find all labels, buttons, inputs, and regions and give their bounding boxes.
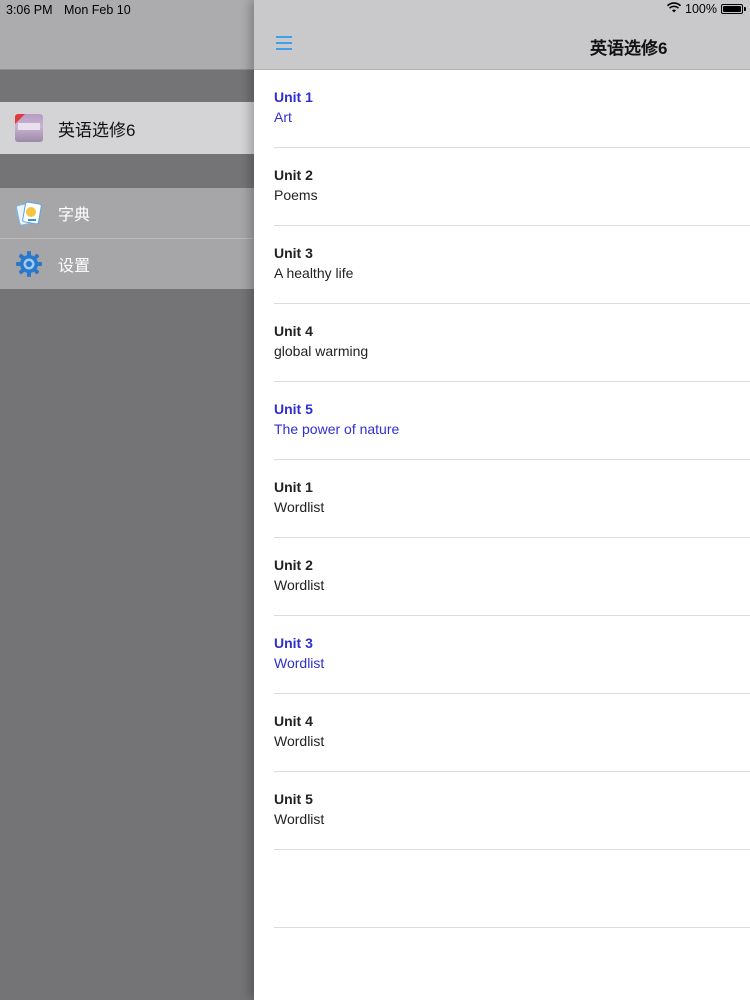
hamburger-menu-icon[interactable] (276, 35, 294, 51)
book-cover-icon (15, 114, 43, 142)
status-bar: 3:06 PM Mon Feb 10 100% (0, 0, 750, 20)
unit-title: Unit 2 (274, 167, 313, 183)
battery-percent: 100% (685, 2, 717, 16)
side-menu-item-label: 字典 (58, 207, 91, 224)
unit-list-item[interactable]: Unit 5 The power of nature (254, 382, 750, 460)
battery-cap (744, 7, 746, 11)
unit-subtitle: Wordlist (274, 499, 325, 515)
unit-title: Unit 4 (274, 713, 313, 729)
unit-subtitle: Wordlist (274, 733, 325, 749)
unit-list-item[interactable]: Unit 2 Poems (254, 148, 750, 226)
unit-subtitle: Art (274, 109, 292, 125)
page-title: 英语选修6 (590, 39, 668, 58)
unit-title: Unit 5 (274, 791, 313, 807)
battery-icon (721, 4, 743, 14)
unit-title: Unit 1 (274, 479, 313, 495)
content-panel: 英语选修6 Unit 1 Art Unit 2 Poems Unit 3 A health… (254, 0, 750, 1000)
unit-list-item[interactable]: Unit 1 Wordlist (254, 460, 750, 538)
unit-title: Unit 4 (274, 323, 313, 339)
gear-icon (15, 250, 43, 278)
unit-list-item[interactable]: Unit 5 Wordlist (254, 772, 750, 850)
empty-row (254, 850, 750, 928)
unit-subtitle: Poems (274, 187, 318, 203)
unit-list: Unit 1 Art Unit 2 Poems Unit 3 A healthy life… (254, 70, 750, 928)
unit-list-item[interactable]: Unit 3 Wordlist (254, 616, 750, 694)
unit-subtitle: The power of nature (274, 421, 400, 437)
wifi-icon (666, 2, 682, 16)
battery-fill (723, 6, 741, 12)
side-menu-book-item[interactable]: 英语选修6 (0, 102, 254, 154)
unit-list-item[interactable]: Unit 3 A healthy life (254, 226, 750, 304)
unit-list-item[interactable]: Unit 1 Art (254, 70, 750, 148)
unit-title: Unit 1 (274, 89, 313, 105)
side-menu-group: 字典 设置 (0, 188, 254, 289)
book-label: 英语选修6 (58, 120, 136, 140)
side-menu-item-label: 设置 (58, 258, 91, 275)
unit-title: Unit 3 (274, 245, 313, 261)
unit-subtitle: Wordlist (274, 577, 325, 593)
unit-subtitle: A healthy life (274, 265, 354, 281)
unit-list-item[interactable]: Unit 4 global warming (254, 304, 750, 382)
side-menu-item-settings[interactable]: 设置 (0, 238, 254, 289)
unit-list-item[interactable]: Unit 2 Wordlist (254, 538, 750, 616)
unit-title: Unit 3 (274, 635, 313, 651)
status-date: Mon Feb 10 (64, 3, 131, 17)
screen: 3:06 PM Mon Feb 10 100% 英语选修6 字典 设置 英语选修… (0, 0, 750, 1000)
side-menu: 英语选修6 字典 设置 (0, 0, 254, 1000)
unit-subtitle: Wordlist (274, 811, 325, 827)
dictionary-icon (15, 199, 43, 227)
unit-subtitle: Wordlist (274, 655, 325, 671)
unit-title: Unit 2 (274, 557, 313, 573)
status-right: 100% (666, 2, 746, 16)
unit-subtitle: global warming (274, 343, 369, 359)
unit-list-item[interactable]: Unit 4 Wordlist (254, 694, 750, 772)
status-time: 3:06 PM (6, 3, 53, 17)
side-menu-item-dictionary[interactable]: 字典 (0, 188, 254, 238)
unit-title: Unit 5 (274, 401, 313, 417)
